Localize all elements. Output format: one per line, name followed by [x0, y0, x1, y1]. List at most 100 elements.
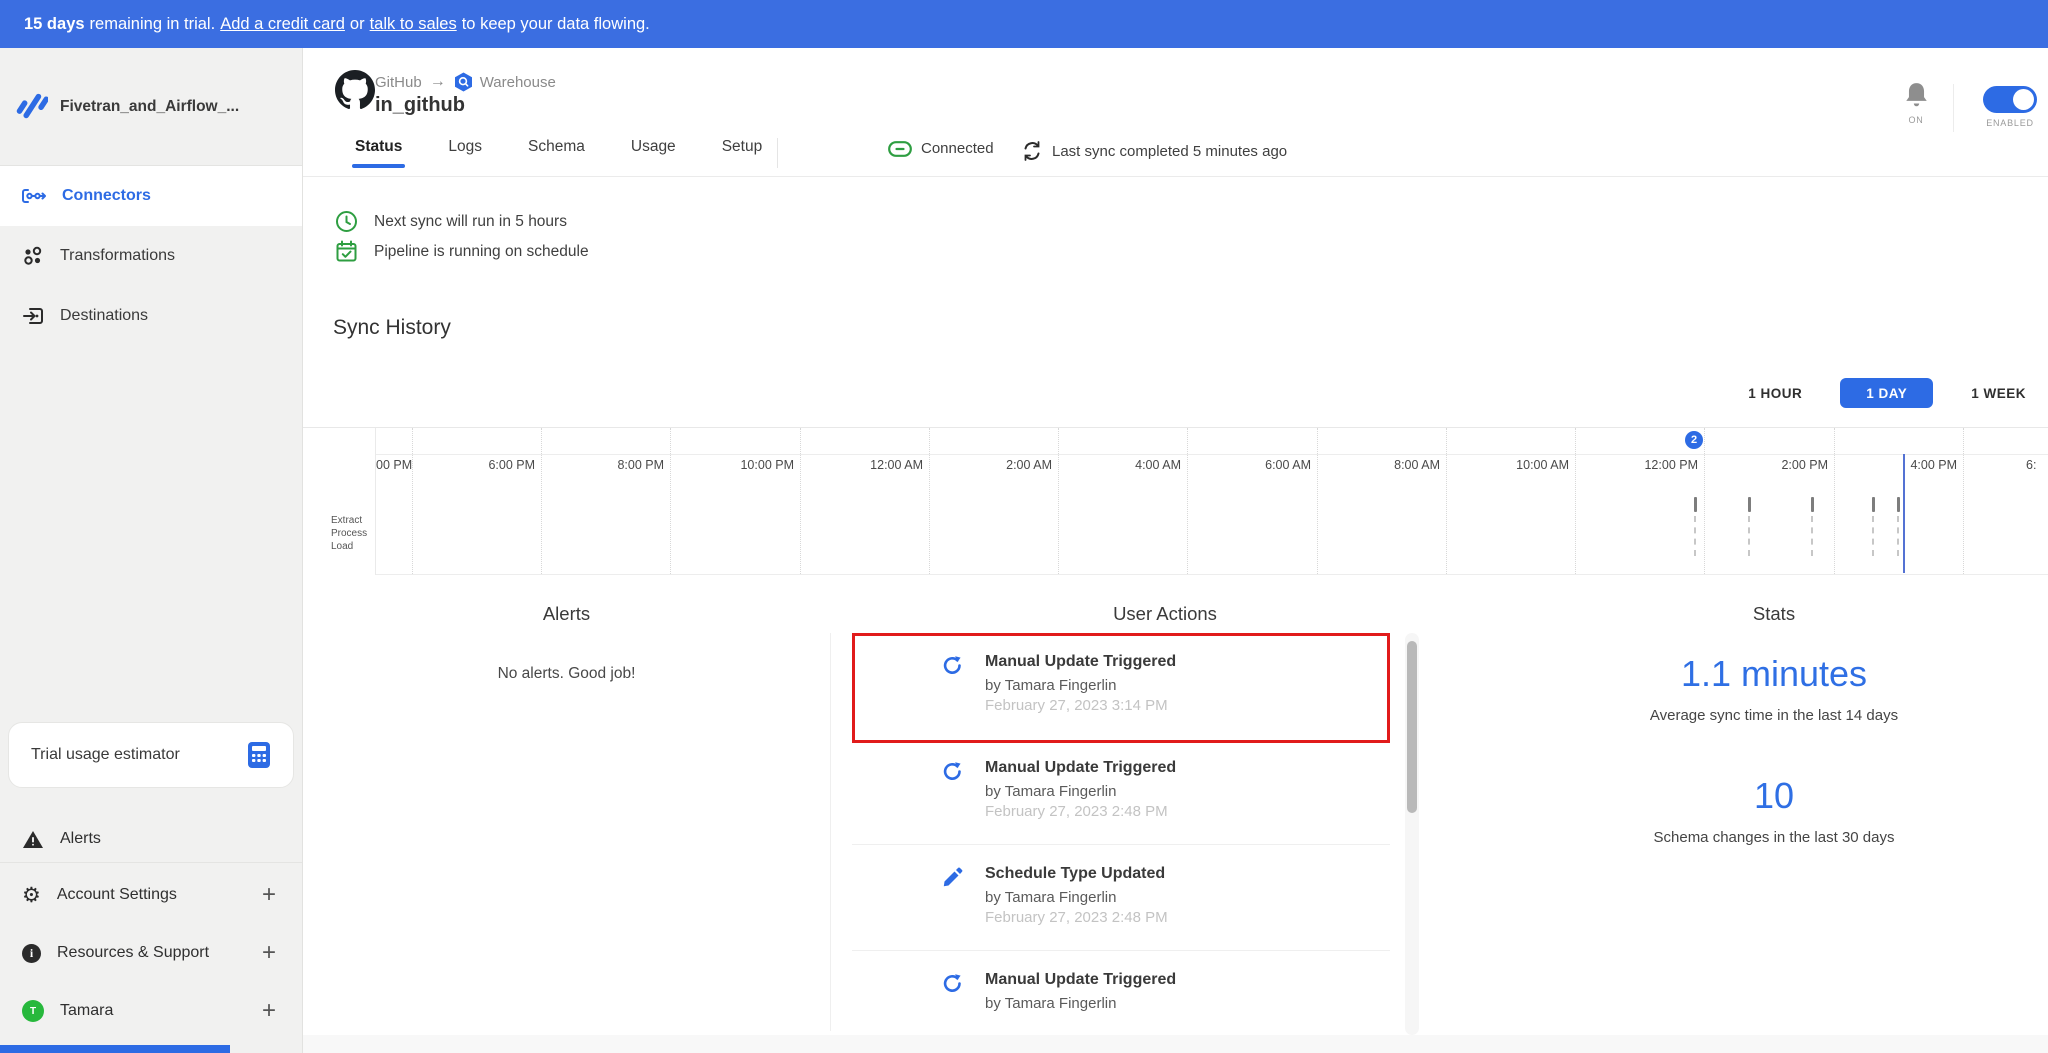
warehouse-icon	[454, 72, 473, 92]
trial-usage-estimator-label: Trial usage estimator	[31, 746, 180, 764]
gridline	[541, 428, 542, 574]
user-actions-panel-title: User Actions	[830, 603, 1500, 625]
time-axis-label: 12:00 AM	[839, 458, 923, 472]
tab-usage[interactable]: Usage	[628, 134, 679, 168]
transformations-icon	[22, 245, 44, 267]
gridline	[1704, 428, 1705, 574]
row-label-process: Process	[331, 527, 367, 540]
expand-plus-icon[interactable]: +	[262, 939, 276, 967]
pipeline-status-label: Pipeline is running on schedule	[374, 243, 589, 261]
stats-panel-title: Stats	[1500, 603, 2048, 625]
chart-line	[376, 574, 2048, 575]
schema-changes-value: 10	[1500, 775, 2048, 817]
destinations-icon	[22, 306, 44, 326]
tab-schema[interactable]: Schema	[525, 134, 588, 168]
arrow-right-icon: →	[430, 73, 446, 91]
row-label-load: Load	[331, 540, 367, 553]
sidebar-item-account-settings[interactable]: ⚙ Account Settings +	[0, 870, 302, 920]
tab-logs[interactable]: Logs	[445, 134, 485, 168]
sidebar-divider	[0, 862, 302, 863]
refresh-icon	[942, 761, 963, 782]
sync-refresh-icon	[1021, 140, 1043, 162]
bottom-accent-bar	[0, 1045, 230, 1053]
user-actions-list: Manual Update Triggered by Tamara Finger…	[852, 633, 1390, 1053]
gridline	[929, 428, 930, 574]
scrollbar-thumb[interactable]	[1407, 641, 1417, 813]
time-axis-label: 8:00 AM	[1356, 458, 1440, 472]
gridline	[412, 428, 413, 574]
warning-triangle-icon	[22, 830, 44, 849]
next-sync-label: Next sync will run in 5 hours	[374, 213, 567, 231]
time-axis-label: 10:00 AM	[1485, 458, 1569, 472]
gear-icon: ⚙	[22, 885, 41, 906]
avg-sync-time-caption: Average sync time in the last 14 days	[1500, 707, 2048, 724]
talk-to-sales-link[interactable]: talk to sales	[370, 15, 457, 34]
sidebar-item-destinations[interactable]: Destinations	[0, 286, 302, 346]
user-action-item[interactable]: Manual Update Triggered by Tamara Finger…	[852, 739, 1390, 845]
time-axis-label: 00 PM	[376, 458, 420, 472]
breadcrumb-destination[interactable]: Warehouse	[480, 74, 556, 91]
time-axis-label: 6:00 PM	[451, 458, 535, 472]
toggle-knob	[2013, 89, 2034, 110]
sync-history-title: Sync History	[333, 316, 451, 340]
enabled-state-label: ENABLED	[1981, 118, 2039, 128]
enabled-toggle[interactable]	[1983, 86, 2037, 113]
tab-setup[interactable]: Setup	[719, 134, 766, 168]
header-bottom-border	[303, 176, 2048, 177]
trial-usage-estimator[interactable]: Trial usage estimator	[8, 722, 294, 788]
user-action-item[interactable]: Manual Update Triggered by Tamara Finger…	[852, 633, 1390, 739]
time-axis-label: 2:00 AM	[968, 458, 1052, 472]
event-count-badge[interactable]: 2	[1685, 431, 1703, 449]
user-actions-scrollbar[interactable]	[1405, 633, 1419, 1035]
calendar-check-icon	[335, 240, 358, 263]
sidebar-item-label: Transformations	[60, 247, 175, 265]
sidebar-item-label: Tamara	[60, 1002, 262, 1020]
time-axis-label: 12:00 PM	[1614, 458, 1698, 472]
range-1-hour-button[interactable]: 1 HOUR	[1748, 378, 1802, 408]
fivetran-connector-status-page: 15 days remaining in trial. Add a credit…	[0, 0, 2048, 1053]
link-connected-icon	[888, 141, 912, 157]
sidebar-item-user-menu[interactable]: T Tamara +	[0, 986, 302, 1036]
banner-text: or	[350, 15, 365, 34]
notifications-control[interactable]: ON	[1891, 82, 1941, 125]
chart-line	[376, 454, 2048, 455]
time-axis-label: 6:	[2026, 458, 2048, 472]
gridline	[1187, 428, 1188, 574]
user-action-author: by Tamara Fingerlin	[985, 995, 1390, 1012]
gridline	[1834, 428, 1835, 574]
gridline	[800, 428, 801, 574]
sidebar-item-connectors[interactable]: Connectors	[0, 166, 302, 226]
sidebar-item-label: Alerts	[60, 830, 276, 848]
connection-status-label: Connected	[921, 140, 994, 157]
user-action-date: February 27, 2023 2:48 PM	[985, 909, 1390, 926]
column-divider	[830, 633, 831, 1031]
pencil-icon	[942, 867, 963, 888]
calculator-icon	[247, 741, 271, 769]
no-alerts-message: No alerts. Good job!	[303, 665, 830, 683]
tab-status[interactable]: Status	[352, 134, 405, 168]
sidebar-item-label: Resources & Support	[57, 944, 262, 962]
avg-sync-time-value: 1.1 minutes	[1500, 653, 2048, 695]
range-1-day-button[interactable]: 1 DAY	[1840, 378, 1933, 408]
user-action-item[interactable]: Schedule Type Updated by Tamara Fingerli…	[852, 845, 1390, 951]
sidebar-item-resources-support[interactable]: i Resources & Support +	[0, 928, 302, 978]
trial-days-remaining: 15 days	[24, 15, 85, 34]
refresh-icon	[942, 973, 963, 994]
next-sync-status: Next sync will run in 5 hours	[335, 210, 567, 233]
sidebar-item-alerts[interactable]: Alerts	[0, 814, 302, 864]
header-divider	[1953, 84, 1954, 132]
user-action-title: Schedule Type Updated	[985, 865, 1390, 883]
gridline	[1058, 428, 1059, 574]
add-credit-card-link[interactable]: Add a credit card	[220, 15, 345, 34]
chart-row-labels: Extract Process Load	[331, 514, 367, 553]
main-content: GitHub → Warehouse in_github Status Logs…	[303, 48, 2048, 1053]
expand-plus-icon[interactable]: +	[262, 881, 276, 909]
time-axis-label: 4:00 AM	[1097, 458, 1181, 472]
breadcrumb-source[interactable]: GitHub	[375, 74, 422, 91]
expand-plus-icon[interactable]: +	[262, 997, 276, 1025]
range-1-week-button[interactable]: 1 WEEK	[1971, 378, 2026, 408]
account-switcher[interactable]: Fivetran_and_Airflow_...	[0, 48, 302, 166]
time-axis-label: 10:00 PM	[710, 458, 794, 472]
breadcrumb: GitHub → Warehouse	[375, 72, 556, 92]
sidebar-item-transformations[interactable]: Transformations	[0, 226, 302, 286]
